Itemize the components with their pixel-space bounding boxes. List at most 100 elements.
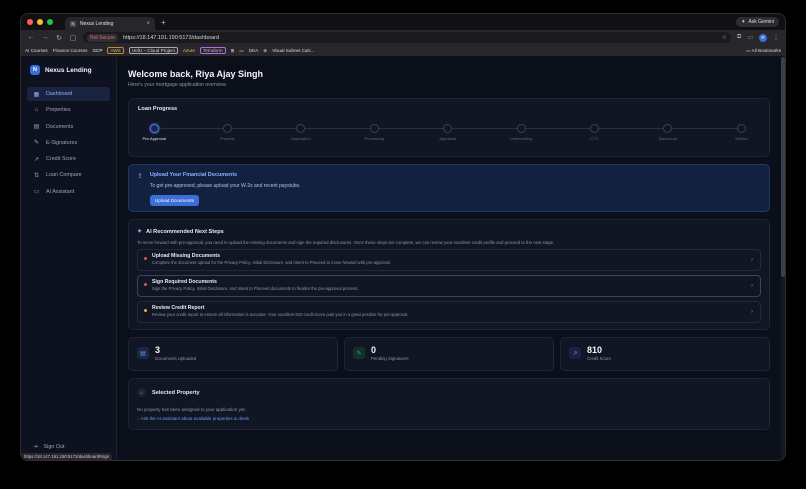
compare-icon: ⇅ <box>33 172 40 179</box>
selected-property-title: Selected Property <box>152 389 200 396</box>
stats-row: ▤ 3 Documents Uploaded ✎ 0 Pending Signatu… <box>128 337 770 371</box>
address-bar-row: ← → ↻ ▢ Not Secure https://18.147.191.19… <box>21 30 785 45</box>
pen-icon: ✎ <box>33 140 40 147</box>
brand[interactable]: N Nexus Lending <box>27 65 110 75</box>
sidebar-item-label: Credit Score <box>46 156 76 163</box>
sparkle-icon: ✦ <box>741 19 746 25</box>
recommendation-item[interactable]: Review Credit Report Review your credit r… <box>137 301 761 323</box>
menu-icon[interactable]: ⋮ <box>773 34 779 41</box>
home-icon: ⌂ <box>137 388 146 397</box>
new-tab-button[interactable]: + <box>161 18 166 27</box>
tab-bar: N Nexus Lending × + ✦ Ask Gemini <box>21 14 785 30</box>
browser-tab[interactable]: N Nexus Lending × <box>65 17 155 30</box>
close-tab-icon[interactable]: × <box>146 21 150 27</box>
upload-documents-card: ⇪ Upload Your Financial Documents To get… <box>128 164 770 212</box>
browser-toolbar: ⧉ ▭ R ⋮ <box>737 33 779 42</box>
upload-documents-button[interactable]: Upload Documents <box>149 195 199 206</box>
url-field[interactable]: Not Secure https://18.147.191.190:5173/d… <box>83 32 732 43</box>
progress-step: Pre-Approval <box>134 124 174 141</box>
back-icon[interactable]: ← <box>27 34 35 41</box>
loan-progress-title: Loan Progress <box>138 106 178 112</box>
not-secure-badge[interactable]: Not Secure <box>87 33 119 42</box>
ask-ai-properties-link[interactable]: ◌ Ask the AI assistant about available p… <box>137 416 761 421</box>
status-dot <box>144 257 147 260</box>
bookmark-gcp[interactable]: GCP <box>92 48 102 53</box>
selected-property-card: ⌂ Selected Property No property has been… <box>128 378 770 430</box>
maximize-window-button[interactable] <box>47 19 53 25</box>
recommendation-item[interactable]: Upload Missing Documents Complete the doc… <box>137 249 761 271</box>
chevron-right-icon: › <box>751 257 753 263</box>
url-text[interactable]: https://18.147.191.190:5173/dashboard <box>123 35 219 41</box>
recommendation-item[interactable]: Sign Required Documents Sign the Privacy … <box>137 275 761 297</box>
tab-search-icon[interactable]: ▢ <box>69 34 77 42</box>
step-dot <box>296 124 306 133</box>
minimize-window-button[interactable] <box>37 19 43 25</box>
chevron-right-icon: › <box>751 309 753 315</box>
sidebar-item-label: E-Signatures <box>46 139 78 146</box>
bookmarks-bar: AI Courses Finance Courses GCP AWS UofU … <box>21 45 785 57</box>
step-label: Property <box>220 136 236 141</box>
sign-out-button[interactable]: ⇥ Sign Out <box>33 444 65 450</box>
stat-value: 0 <box>371 345 377 355</box>
sidebar-item-credit-score[interactable]: ↗ Credit Score <box>27 152 110 166</box>
all-bookmarks[interactable]: ▭ All Bookmarks <box>746 48 781 54</box>
bookmark-azure[interactable]: Azure <box>183 48 195 53</box>
document-icon: ▤ <box>33 124 40 131</box>
progress-step: Settled <box>721 124 761 141</box>
sidebar-item-e-signatures[interactable]: ✎ E-Signatures <box>27 136 110 150</box>
home-icon: ⌂ <box>34 107 39 114</box>
bookmark-dea[interactable]: DEA <box>249 48 258 53</box>
sidebar-item-documents[interactable]: ▤ Documents <box>27 120 110 134</box>
step-label: Pre-Approval <box>142 136 166 141</box>
bookmark-star-icon[interactable]: ☆ <box>722 34 727 41</box>
scrollbar[interactable] <box>781 57 785 460</box>
close-window-button[interactable] <box>27 19 33 25</box>
bookmark-ai-courses[interactable]: AI Courses <box>25 48 48 53</box>
bookmark-visual-subnet[interactable]: Visual Subnet Calc... <box>272 48 315 53</box>
recommendation-title: Upload Missing Documents <box>152 253 221 259</box>
bookmark-aws[interactable]: AWS <box>107 47 124 54</box>
recommendation-title: Sign Required Documents <box>152 279 217 285</box>
step-label: Underwriting <box>509 136 533 141</box>
brand-logo: N <box>30 65 40 75</box>
sidebar-item-dashboard[interactable]: ▦ Dashboard <box>27 87 110 101</box>
sidebar-item-label: Documents <box>46 123 74 130</box>
stat-label: Credit Score <box>587 356 611 361</box>
bookmark-finance-courses[interactable]: Finance Courses <box>53 48 88 53</box>
recommendation-description: Complete the document upload for the Pri… <box>152 260 391 265</box>
extensions-icon[interactable]: ⧉ <box>737 34 741 41</box>
ai-next-steps-title: AI Recommended Next Steps <box>146 228 224 235</box>
ai-next-steps-description: To move forward with pre-approval, you n… <box>137 240 555 245</box>
chat-icon: ◌ <box>137 416 140 421</box>
sidebar-item-loan-compare[interactable]: ⇅ Loan Compare <box>27 168 110 182</box>
step-dot <box>443 124 453 133</box>
progress-step: Underwriting <box>501 124 541 141</box>
progress-step: Disclosure <box>648 124 688 141</box>
page-subtitle: Here's your mortgage application overvie… <box>128 82 228 88</box>
sidebar-item-ai-assistant[interactable]: ▭ AI Assistant <box>27 185 110 199</box>
status-dot <box>144 283 147 286</box>
sidebar-item-label: AI Assistant <box>46 188 75 195</box>
apps-grid-icon[interactable]: ⊞ <box>231 48 235 54</box>
bookmark-uofu[interactable]: UofU – Cloud Project <box>128 47 178 54</box>
ask-gemini-button[interactable]: ✦ Ask Gemini <box>736 17 779 27</box>
sidebar-item-label: Loan Compare <box>46 172 82 179</box>
sidebar: N Nexus Lending ▦ Dashboard ⌂ Properties… <box>21 57 117 460</box>
scrollbar-thumb[interactable] <box>781 57 785 277</box>
progress-step: Appraisal <box>428 124 468 141</box>
pen-icon: ✎ <box>353 347 365 359</box>
step-label: Settled <box>735 136 748 141</box>
forward-icon[interactable]: → <box>41 34 49 41</box>
reload-icon[interactable]: ↻ <box>55 34 63 42</box>
bookmark-terraform[interactable]: Terraform <box>199 47 226 54</box>
recommendation-title: Review Credit Report <box>152 305 205 311</box>
recommendation-description: Sign the Privacy Policy, Initial Disclos… <box>152 286 359 291</box>
cast-icon[interactable]: ▭ <box>747 34 753 41</box>
sidebar-item-properties[interactable]: ⌂ Properties <box>27 103 110 117</box>
status-dot <box>144 309 147 312</box>
stat-pending-signatures: ✎ 0 Pending Signatures <box>344 337 554 371</box>
stat-value: 810 <box>587 345 603 355</box>
step-label: Appraisal <box>439 136 457 141</box>
profile-avatar[interactable]: R <box>759 33 767 42</box>
trend-icon: ↗ <box>569 347 581 359</box>
